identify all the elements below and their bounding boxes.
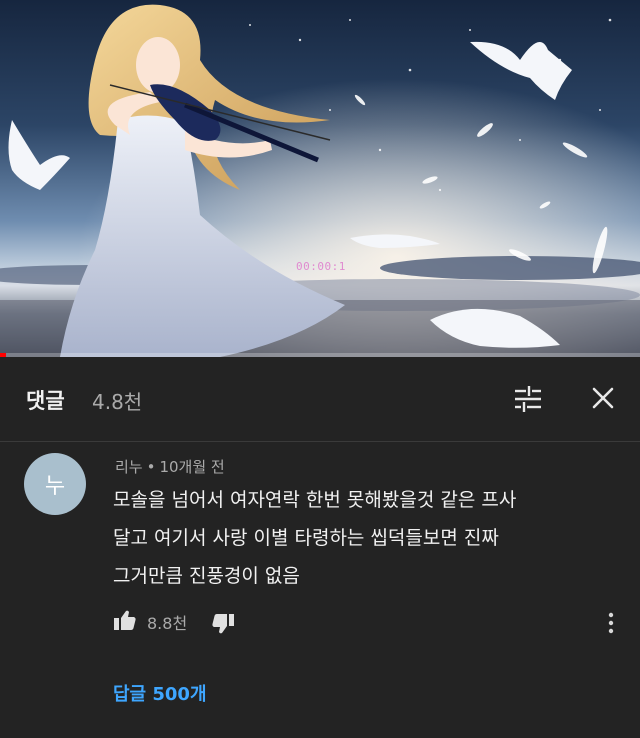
more-vert-icon xyxy=(608,612,614,634)
dislike-button[interactable] xyxy=(211,612,235,636)
close-button[interactable] xyxy=(588,383,618,413)
comment-time: 10개월 전 xyxy=(159,458,225,476)
comment-actions: 8.8천 xyxy=(113,604,633,640)
close-icon xyxy=(592,387,614,409)
comment-meta: 리누 • 10개월 전 xyxy=(115,456,225,477)
view-replies-link[interactable]: 답글 500개 xyxy=(113,680,207,706)
video-frame-illustration xyxy=(0,0,640,357)
video-player[interactable]: 00:00:1 xyxy=(0,0,640,357)
comment-line: 그거만큼 진풍경이 없음 xyxy=(113,565,300,587)
thumbs-up-icon xyxy=(114,610,136,630)
meta-separator: • xyxy=(146,458,156,476)
comment-author[interactable]: 리누 xyxy=(115,458,143,476)
comments-title: 댓글 xyxy=(26,389,65,413)
avatar[interactable]: 누 xyxy=(24,453,86,515)
comments-header: 댓글 4.8천 xyxy=(0,357,640,442)
sort-button[interactable] xyxy=(512,383,544,415)
sort-sliders-icon xyxy=(515,386,541,412)
comment-line: 달고 여기서 사랑 이별 타령하는 씹덕들보면 진짜 xyxy=(113,527,499,549)
more-options-button[interactable] xyxy=(601,610,621,636)
like-button[interactable] xyxy=(113,608,137,632)
thumbs-down-icon xyxy=(212,614,234,634)
comments-count: 4.8천 xyxy=(92,390,143,414)
like-count: 8.8천 xyxy=(147,614,188,633)
video-timestamp: 00:00:1 xyxy=(296,260,346,273)
comment-body: 모솔을 넘어서 여자연락 한번 못해봤을것 같은 프사 달고 여기서 사랑 이별… xyxy=(113,481,613,595)
comment-line: 모솔을 넘어서 여자연락 한번 못해봤을것 같은 프사 xyxy=(113,489,517,511)
